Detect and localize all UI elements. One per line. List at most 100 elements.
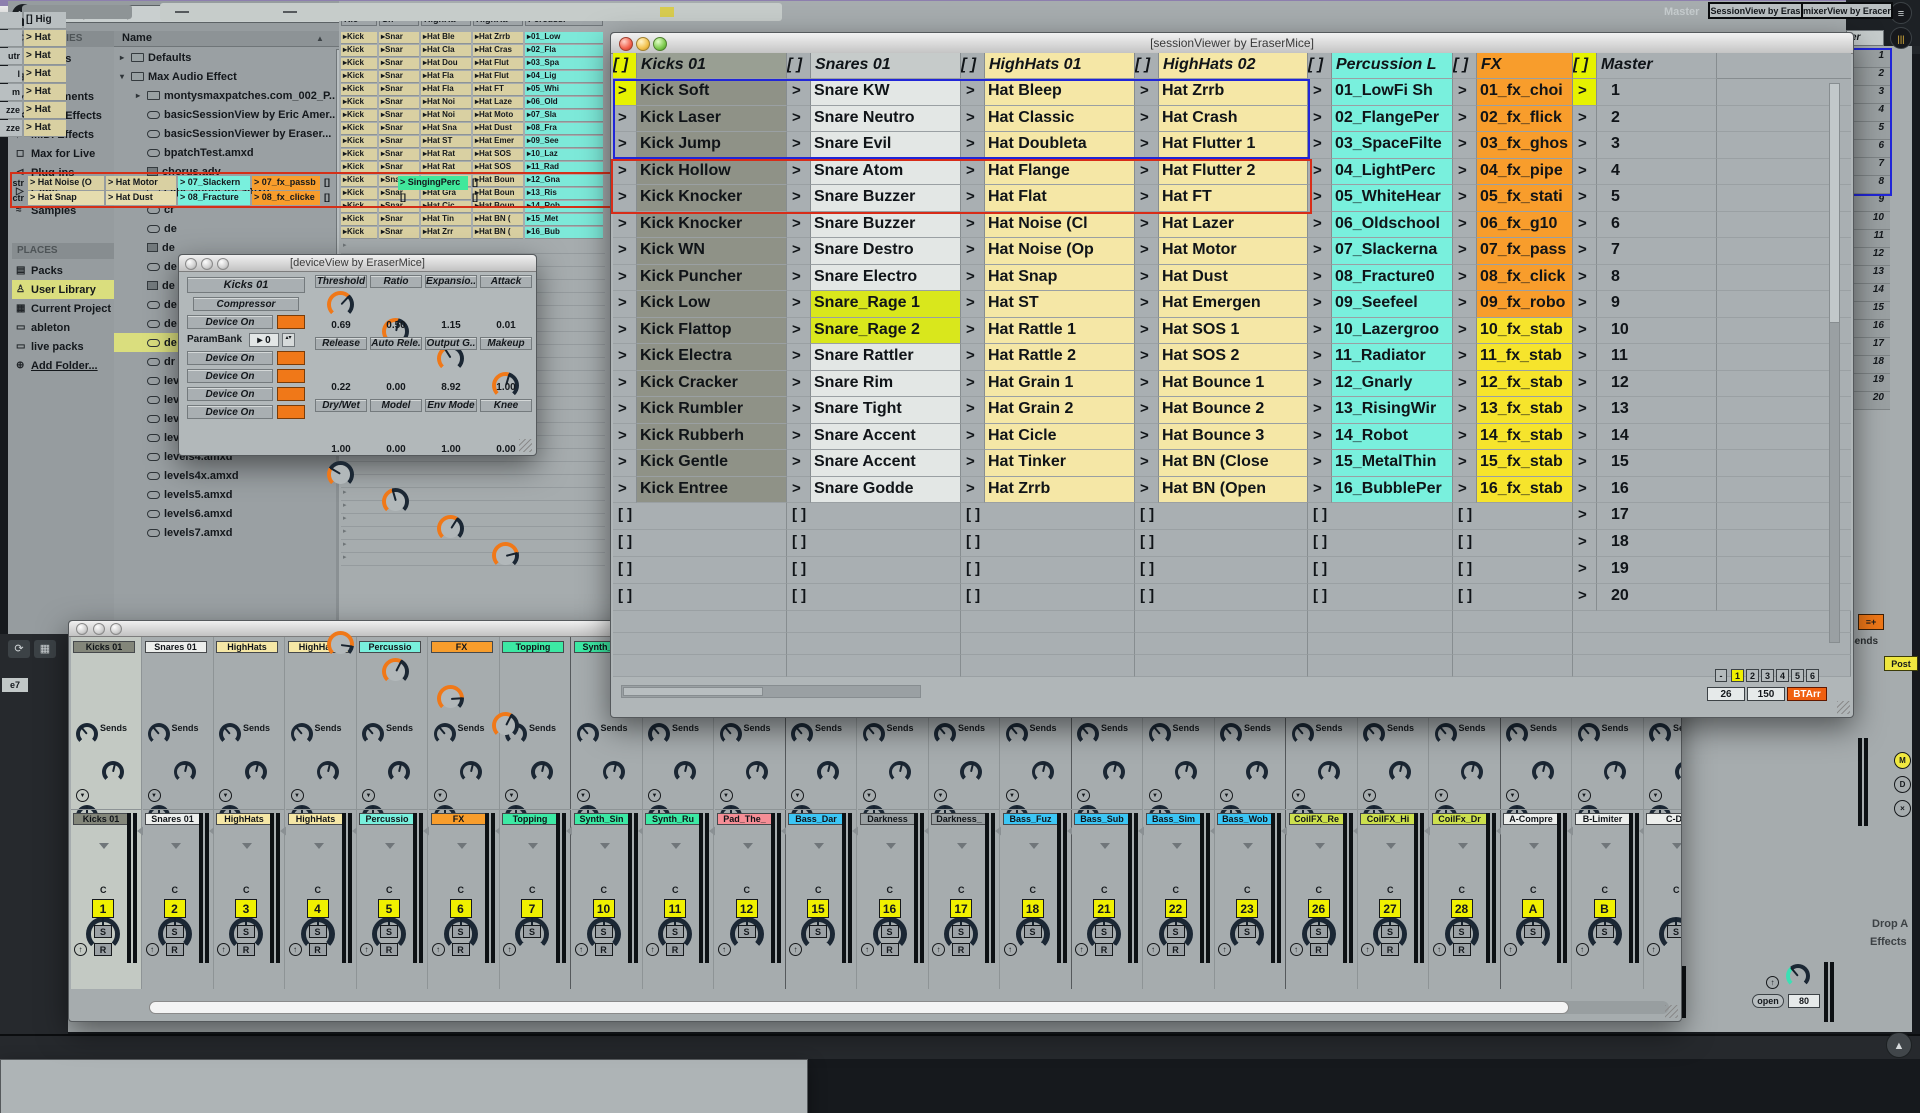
- clip-cell[interactable]: Snare Buzzer: [811, 212, 961, 239]
- clip-launch-button[interactable]: >: [961, 291, 985, 318]
- mini-empty-slot[interactable]: ▸: [341, 475, 605, 488]
- mini-clip[interactable]: ▸Hat Tin: [421, 214, 471, 226]
- clip-count-field[interactable]: 26: [1707, 687, 1745, 701]
- track-header[interactable]: HighHats 02: [1159, 53, 1308, 79]
- arm-button[interactable]: R: [1167, 943, 1185, 956]
- btarr-button[interactable]: BTArr: [1787, 687, 1827, 701]
- file-row[interactable]: basicSessionViewer by Eraser...: [114, 124, 335, 143]
- mini-clip[interactable]: ▸09_See: [525, 136, 603, 148]
- empty-slot-marker[interactable]: [ ]: [1453, 503, 1487, 530]
- mini-clip[interactable]: ▸Kick: [341, 227, 377, 239]
- empty-slot[interactable]: [995, 503, 1135, 530]
- clip-cell[interactable]: Kick Knocker: [637, 212, 787, 239]
- page-button-4[interactable]: 4: [1776, 669, 1789, 682]
- send-b-knob[interactable]: [1604, 761, 1626, 783]
- empty-slot[interactable]: [821, 503, 961, 530]
- mini-empty-slot[interactable]: ▸: [341, 462, 605, 475]
- mini-clip[interactable]: ▸Hat Ble: [421, 32, 471, 44]
- sidebar-item-user-library[interactable]: ♙User Library: [12, 280, 114, 299]
- mini-clip[interactable]: ▸Hat ST: [421, 136, 471, 148]
- mini-clip[interactable]: ▸Hat Noi: [421, 97, 471, 109]
- clip-launch-button[interactable]: >: [1308, 318, 1332, 345]
- track-name-tag[interactable]: Bass_Sim: [1146, 813, 1202, 825]
- empty-slot[interactable]: [995, 557, 1135, 584]
- empty-slot[interactable]: [647, 503, 787, 530]
- monitor-arrow-button[interactable]: ↑: [1504, 943, 1517, 956]
- track-activator[interactable]: 5: [378, 899, 400, 918]
- mini-clip[interactable]: ▸Hat Zrrb: [473, 32, 523, 44]
- scene-number-cell[interactable]: 16: [1597, 477, 1717, 504]
- mini-clip[interactable]: ▸Kick: [341, 97, 377, 109]
- fold-sends-button[interactable]: ▼: [1506, 789, 1519, 802]
- clip-cell[interactable]: Hat Rattle 2: [985, 344, 1135, 371]
- clip-launch-button[interactable]: >: [787, 265, 811, 292]
- fold-sends-button[interactable]: ▼: [76, 789, 89, 802]
- clip-launch-button[interactable]: >: [787, 318, 811, 345]
- empty-slot[interactable]: [1453, 655, 1573, 677]
- empty-slot[interactable]: [613, 611, 787, 633]
- fold-sends-button[interactable]: ▼: [291, 789, 304, 802]
- arm-button[interactable]: R: [380, 943, 398, 956]
- clip-launch-button[interactable]: >: [613, 371, 637, 398]
- send-b-knob[interactable]: [1103, 761, 1125, 783]
- clip-launch-button[interactable]: >: [961, 371, 985, 398]
- track-activator[interactable]: 1: [92, 899, 114, 918]
- arm-button[interactable]: R: [94, 943, 112, 956]
- clip-cell[interactable]: 04_fx_pipe: [1477, 159, 1573, 186]
- empty-slot-marker[interactable]: [ ]: [1308, 530, 1342, 557]
- solo-button[interactable]: S: [1596, 925, 1614, 938]
- mini-clip[interactable]: ▸Hat Dou: [421, 58, 471, 70]
- send-a-knob[interactable]: [720, 723, 742, 745]
- scene-launch-button[interactable]: >: [1573, 159, 1597, 186]
- empty-slot[interactable]: [1342, 584, 1453, 611]
- send-a-knob[interactable]: [1077, 723, 1099, 745]
- track-activator[interactable]: 16: [879, 899, 901, 918]
- clip-cell[interactable]: Hat Bounce 3: [1159, 424, 1308, 451]
- clip-cell[interactable]: 03_fx_ghos: [1477, 132, 1573, 159]
- monitor-arrow-button[interactable]: ↑: [289, 943, 302, 956]
- fold-sends-button[interactable]: ▼: [720, 789, 733, 802]
- clip-cell[interactable]: Kick Entree: [637, 477, 787, 504]
- track-name-tag[interactable]: Pad_The_: [717, 813, 773, 825]
- arm-button[interactable]: R: [452, 943, 470, 956]
- empty-slot-marker[interactable]: [ ]: [1453, 557, 1487, 584]
- clip-launch-button[interactable]: >: [1453, 397, 1477, 424]
- fold-sends-button[interactable]: ▼: [1220, 789, 1233, 802]
- monitor-arrow-button[interactable]: ↑: [789, 943, 802, 956]
- mini-empty-slot[interactable]: ▸: [341, 527, 605, 540]
- track-activator[interactable]: 21: [1093, 899, 1115, 918]
- empty-slot[interactable]: [821, 530, 961, 557]
- clip-launch-button[interactable]: >: [1135, 318, 1159, 345]
- track-activator[interactable]: 27: [1379, 899, 1401, 918]
- empty-slot-marker[interactable]: [ ]: [1135, 503, 1169, 530]
- clip-launch-button[interactable]: >: [1453, 318, 1477, 345]
- scene-number-cell[interactable]: 19: [1597, 557, 1717, 584]
- clip-launch-button[interactable]: >: [1453, 79, 1477, 106]
- clip-fragment[interactable]: [] Hig: [24, 12, 66, 29]
- clip-cell[interactable]: Snare Accent: [811, 424, 961, 451]
- clip-launch-button[interactable]: >: [1308, 238, 1332, 265]
- clip-launch-button[interactable]: >: [1453, 238, 1477, 265]
- fold-sends-button[interactable]: ▼: [577, 789, 590, 802]
- send-b-knob[interactable]: [317, 761, 339, 783]
- scene-launch-button[interactable]: >: [1573, 185, 1597, 212]
- track-activator[interactable]: A: [1522, 899, 1544, 918]
- empty-slot[interactable]: [1342, 557, 1453, 584]
- empty-slot[interactable]: [1342, 503, 1453, 530]
- empty-slot[interactable]: [1135, 633, 1308, 655]
- monitor-arrow-button[interactable]: ↑: [575, 943, 588, 956]
- clip-launch-button[interactable]: >: [1135, 212, 1159, 239]
- scene-number-cell[interactable]: 7: [1597, 238, 1717, 265]
- send-a-knob[interactable]: [1435, 723, 1457, 745]
- clip-cell[interactable]: 15_MetalThin: [1332, 450, 1453, 477]
- file-row[interactable]: ▸Defaults: [114, 48, 335, 67]
- empty-slot[interactable]: [961, 633, 1135, 655]
- empty-slot[interactable]: [1135, 611, 1308, 633]
- solo-button[interactable]: S: [1453, 925, 1471, 938]
- mini-clip[interactable]: ▸07_Sla: [525, 110, 603, 122]
- grid-vscrollbar-thumb[interactable]: [1829, 83, 1840, 323]
- mini-empty-slot[interactable]: ▸: [341, 514, 605, 527]
- clip-launch-button[interactable]: >: [1308, 291, 1332, 318]
- mini-clip[interactable]: ▸Hat SOS: [473, 149, 523, 161]
- clip-launch-button[interactable]: >: [1453, 450, 1477, 477]
